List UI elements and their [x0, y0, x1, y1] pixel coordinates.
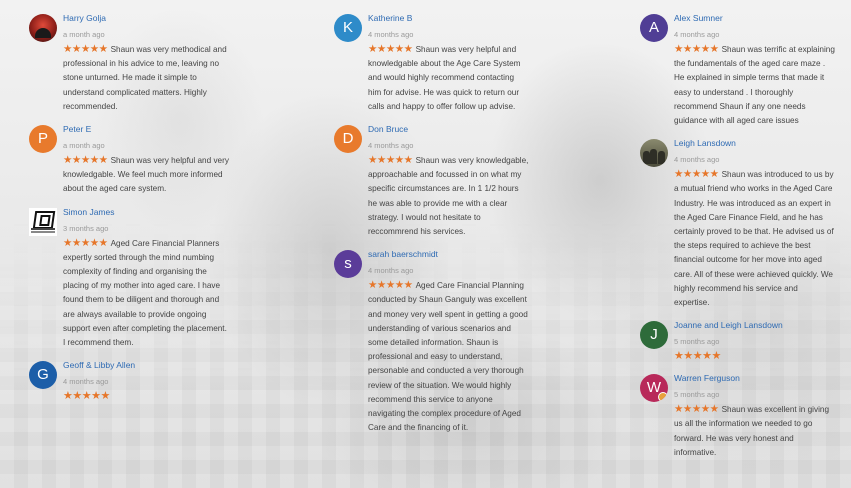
avatar-letter: P — [37, 130, 48, 148]
review-card: Harry Golja a month ago ★★★★★ Shaun was v… — [29, 13, 229, 114]
reviewer-avatar[interactable]: W — [640, 374, 668, 403]
reviews-column-1: Harry Golja a month ago ★★★★★ Shaun was v… — [29, 12, 229, 413]
avatar-letter: J — [650, 326, 658, 344]
review-text: Aged Care Financial Planning conducted b… — [368, 281, 528, 433]
reviewer-name[interactable]: Alex Sumner — [674, 13, 835, 24]
review-card: Simon James 3 months ago ★★★★★ Aged Care … — [29, 207, 229, 351]
reviewer-name[interactable]: Katherine B — [368, 13, 529, 24]
review-card: K Katherine B 4 months ago ★★★★★ Shaun wa… — [334, 13, 529, 114]
reviews-column-3: A Alex Sumner 4 months ago ★★★★★ Shaun wa… — [640, 12, 835, 470]
reviewer-name[interactable]: Don Bruce — [368, 124, 529, 135]
review-text-block: ★★★★★ Shaun was very helpful and knowledg… — [368, 42, 529, 114]
star-rating: ★★★★★ — [63, 390, 110, 403]
reviews-column-2: K Katherine B 4 months ago ★★★★★ Shaun wa… — [334, 12, 529, 445]
reviewer-avatar[interactable]: s — [334, 250, 362, 279]
reviewer-avatar[interactable]: P — [29, 125, 57, 154]
review-date: 3 months ago — [63, 223, 109, 233]
review-text: Shaun was introduced to us by a mutual f… — [674, 170, 834, 308]
reviewer-name[interactable]: Simon James — [63, 207, 229, 218]
review-card: J Joanne and Leigh Lansdown 5 months ago… — [640, 320, 835, 363]
reviewer-avatar[interactable]: G — [29, 361, 57, 390]
review-card: D Don Bruce 4 months ago ★★★★★ Shaun was … — [334, 124, 529, 239]
star-rating: ★★★★★ — [368, 279, 413, 292]
reviewer-name[interactable]: Leigh Lansdown — [674, 138, 835, 149]
star-rating: ★★★★★ — [63, 236, 108, 249]
review-text: Aged Care Financial Planners expertly so… — [63, 238, 227, 348]
review-card: P Peter E a month ago ★★★★★ Shaun was ver… — [29, 124, 229, 197]
review-text-block: ★★★★★ Shaun was very knowledgable, approa… — [368, 153, 529, 239]
review-date: 4 months ago — [368, 30, 414, 39]
review-date: 4 months ago — [674, 30, 720, 39]
star-rating: ★★★★★ — [368, 154, 413, 167]
review-card: Leigh Lansdown 4 months ago ★★★★★ Shaun w… — [640, 138, 835, 310]
reviewer-avatar[interactable]: J — [640, 321, 668, 350]
reviewer-avatar[interactable] — [640, 139, 668, 168]
review-text-block: ★★★★★ Aged Care Financial Planners expert… — [63, 236, 229, 351]
reviewer-name[interactable]: Joanne and Leigh Lansdown — [674, 320, 835, 331]
review-date: 4 months ago — [63, 377, 109, 387]
avatar-letter: K — [342, 19, 353, 36]
reviewer-name[interactable]: Warren Ferguson — [674, 373, 835, 384]
avatar-letter: A — [648, 19, 659, 36]
reviewer-name[interactable]: sarah baerschmidt — [368, 249, 529, 260]
review-date: a month ago — [63, 30, 105, 39]
star-rating: ★★★★★ — [674, 168, 719, 181]
avatar-letter: W — [646, 379, 662, 397]
review-date: 4 months ago — [368, 141, 414, 151]
star-rating: ★★★★★ — [674, 43, 719, 55]
review-card: s sarah baerschmidt 4 months ago ★★★★★ Ag… — [334, 249, 529, 435]
logo-icon — [32, 210, 56, 229]
reviewer-name[interactable]: Geoff & Libby Allen — [63, 360, 229, 371]
star-rating: ★★★★★ — [63, 43, 108, 55]
review-date: 4 months ago — [368, 266, 414, 276]
reviewer-name[interactable]: Harry Golja — [63, 13, 229, 24]
review-text-block: ★★★★★ Shaun was very helpful and very kno… — [63, 153, 229, 197]
star-rating: ★★★★★ — [674, 350, 721, 363]
star-rating: ★★★★★ — [674, 403, 719, 416]
review-text: Shaun was terrific at explaining the fun… — [674, 45, 835, 126]
reviewer-avatar[interactable]: D — [334, 125, 362, 154]
review-text-block: ★★★★★ Shaun was very methodical and profe… — [63, 42, 229, 114]
reviewer-avatar[interactable] — [29, 207, 57, 236]
review-date: 5 months ago — [674, 337, 720, 347]
avatar-letter: s — [344, 255, 352, 273]
avatar-letter: D — [342, 130, 354, 148]
review-text-block: ★★★★★ Shaun was excellent in giving us al… — [674, 402, 835, 460]
review-date: 4 months ago — [674, 155, 720, 165]
reviewer-avatar[interactable]: A — [640, 14, 668, 42]
star-rating: ★★★★★ — [63, 154, 108, 167]
review-text-block: ★★★★★ Aged Care Financial Planning conduc… — [368, 278, 529, 435]
review-date: a month ago — [63, 141, 105, 151]
review-text: Shaun was very knowledgable, approachabl… — [368, 156, 529, 237]
reviewer-avatar[interactable]: K — [334, 14, 362, 42]
review-text-block: ★★★★★ Shaun was terrific at explaining th… — [674, 42, 835, 128]
star-rating: ★★★★★ — [368, 43, 413, 55]
reviewer-name[interactable]: Peter E — [63, 124, 229, 135]
review-card: W Warren Ferguson 5 months ago ★★★★★ Shau… — [640, 373, 835, 460]
review-card: A Alex Sumner 4 months ago ★★★★★ Shaun wa… — [640, 13, 835, 128]
review-date: 5 months ago — [674, 390, 720, 400]
avatar-letter: G — [37, 366, 49, 384]
reviewer-avatar[interactable] — [29, 14, 57, 42]
review-card: G Geoff & Libby Allen 4 months ago ★★★★★ — [29, 360, 229, 403]
review-text-block: ★★★★★ Shaun was introduced to us by a mut… — [674, 167, 835, 310]
